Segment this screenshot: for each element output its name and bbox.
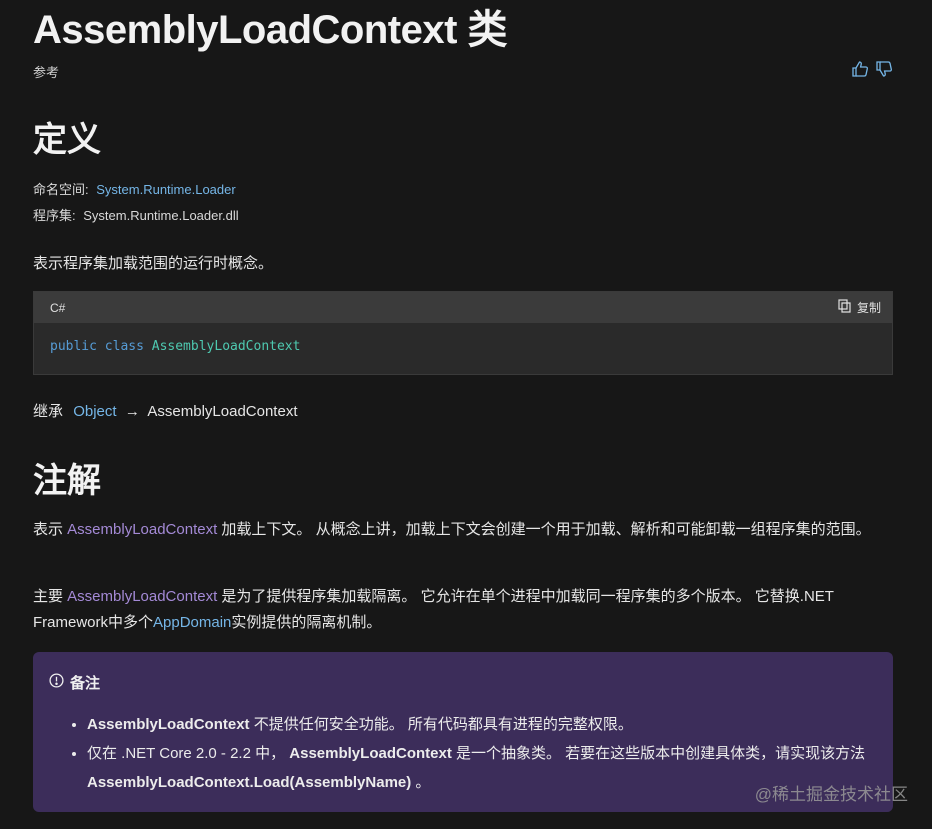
assembly-value: System.Runtime.Loader.dll [83,208,239,223]
page-title: AssemblyLoadContext 类 [33,8,508,52]
namespace-label: 命名空间: [33,182,89,197]
code-class-name: AssemblyLoadContext [151,339,301,354]
remarks-paragraph-2: 主要 AssemblyLoadContext 是为了提供程序集加载隔离。 它允许… [33,584,893,636]
note-item2-post: 。 [411,774,431,791]
code-language: C# [50,300,66,315]
namespace-link[interactable]: System.Runtime.Loader [96,182,235,197]
note-heading: 备注 [70,675,101,692]
object-link[interactable]: Object [73,403,116,420]
copy-label: 复制 [856,301,881,315]
inheritance-label: 继承 [33,403,64,420]
info-icon [49,673,64,692]
code-keywords: public class [50,339,152,354]
remarks-p2-pre: 主要 [33,588,68,605]
remarks-heading: 注解 [33,462,101,500]
appdomain-link[interactable]: AppDomain [153,614,231,631]
code-header: C# 复制 [34,292,892,323]
note-item2-bold: AssemblyLoadContext [289,745,452,762]
remarks-p2-post: 实例提供的隔离机制。 [231,614,382,631]
thumbs-down-icon[interactable] [875,60,893,78]
assemblyloadcontext-link-1[interactable]: AssemblyLoadContext [67,521,217,538]
note-item2-mid: 是一个抽象类。 若要在这些版本中创建具体类，请实现该方法 [451,745,866,762]
copy-button[interactable]: 复制 [838,299,881,316]
assemblyloadcontext-link-2[interactable]: AssemblyLoadContext [67,588,217,605]
inheritance-derived: AssemblyLoadContext [147,403,298,420]
reference-label: 参考 [33,65,60,80]
note-item2-pre: 仅在 .NET Core 2.0 - 2.2 中， [87,745,290,762]
code-block: C# 复制 public class AssemblyLoadContext [33,291,893,375]
definition-heading: 定义 [33,121,101,159]
note-header: 备注 [49,672,100,693]
remarks-p1-pre: 表示 [33,521,68,538]
watermark: @稀土掘金技术社区 [754,785,908,804]
remarks-p1-post: 加载上下文。 从概念上讲，加载上下文会创建一个用于加载、解析和可能卸载一组程序集… [217,521,871,538]
assembly-label: 程序集: [33,208,76,223]
namespace-line: 命名空间: System.Runtime.Loader [33,179,236,198]
inheritance-line: 继承 Object → AssemblyLoadContext [33,399,893,425]
note-item1-bold: AssemblyLoadContext [87,716,250,733]
note-item-1: AssemblyLoadContext 不提供任何安全功能。 所有代码都具有进程… [87,710,887,739]
thumbs-up-icon[interactable] [851,60,869,78]
copy-icon [838,299,851,316]
note-item1-text: 不提供任何安全功能。 所有代码都具有进程的完整权限。 [249,716,633,733]
inheritance-arrow: → [120,403,145,420]
remarks-paragraph-1: 表示 AssemblyLoadContext 加载上下文。 从概念上讲，加载上下… [33,517,893,543]
assembly-line: 程序集: System.Runtime.Loader.dll [33,205,239,224]
feedback-buttons [851,60,893,78]
code-body: public class AssemblyLoadContext [34,323,892,370]
type-summary: 表示程序集加载范围的运行时概念。 [33,255,274,272]
note-item2-method: AssemblyLoadContext.Load(AssemblyName) [87,774,412,791]
